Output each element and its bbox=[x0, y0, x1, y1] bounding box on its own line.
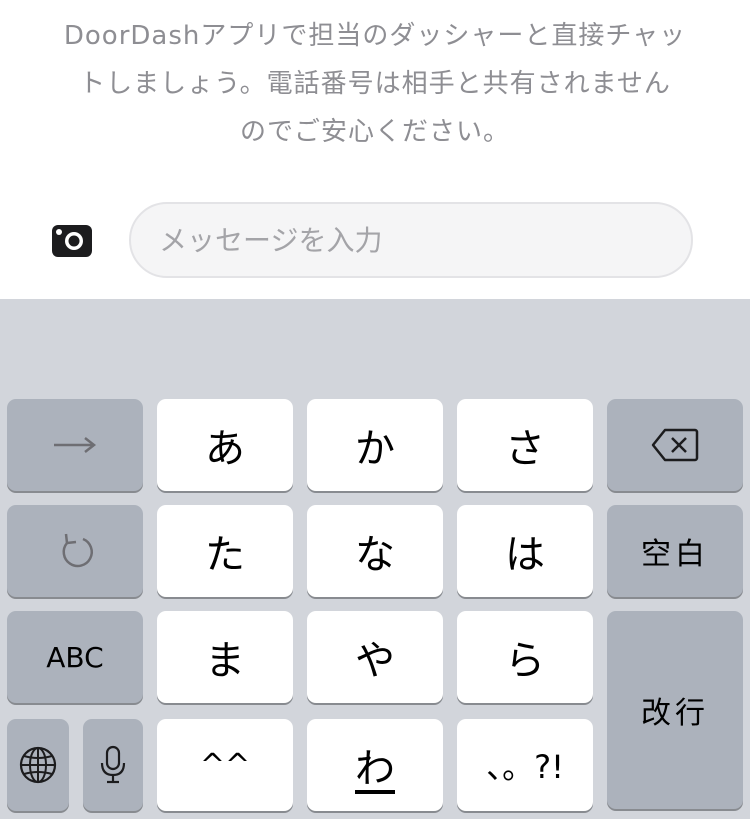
space-key[interactable]: 空白 bbox=[607, 505, 743, 597]
key-wa[interactable]: わ bbox=[307, 719, 443, 811]
globe-key[interactable] bbox=[7, 719, 69, 811]
info-line-2: トしましょう。電話番号は相手と共有されません bbox=[79, 69, 671, 99]
arrow-right-icon bbox=[54, 437, 97, 453]
key-punctuation[interactable]: 、。?! bbox=[457, 719, 593, 811]
microphone-key[interactable] bbox=[83, 719, 143, 811]
key-ta[interactable]: た bbox=[157, 505, 293, 597]
key-label: や bbox=[355, 638, 395, 684]
camera-icon bbox=[52, 225, 92, 257]
key-ka[interactable]: か bbox=[307, 399, 443, 491]
info-line-1: DoorDashアプリで担当のダッシャーと直接チャッ bbox=[63, 21, 687, 51]
space-label: 空白 bbox=[641, 537, 709, 572]
key-label: か bbox=[355, 426, 395, 472]
key-ha[interactable]: は bbox=[457, 505, 593, 597]
info-line-3: のでご安心ください。 bbox=[239, 117, 510, 147]
key-na[interactable]: な bbox=[307, 505, 443, 597]
key-label: あ bbox=[205, 426, 245, 472]
microphone-icon bbox=[100, 745, 126, 784]
key-label: な bbox=[355, 532, 395, 578]
message-input[interactable] bbox=[129, 202, 693, 278]
undo-key[interactable] bbox=[7, 505, 143, 597]
abc-label: ABC bbox=[46, 640, 104, 674]
key-label: さ bbox=[505, 426, 545, 472]
globe-icon bbox=[19, 746, 57, 784]
key-label: 、。?! bbox=[486, 748, 564, 786]
chat-info-text: DoorDashアプリで担当のダッシャーと直接チャッ トしましょう。電話番号は相… bbox=[40, 12, 710, 156]
key-ya[interactable]: や bbox=[307, 611, 443, 703]
camera-button[interactable] bbox=[52, 225, 92, 257]
arrow-key[interactable] bbox=[7, 399, 143, 491]
backspace-key[interactable] bbox=[607, 399, 743, 491]
key-label: わ bbox=[355, 746, 395, 792]
key-ra[interactable]: ら bbox=[457, 611, 593, 703]
return-label: 改行 bbox=[641, 696, 709, 731]
key-sa[interactable]: さ bbox=[457, 399, 593, 491]
abc-key[interactable]: ABC bbox=[7, 611, 143, 703]
key-label: ら bbox=[505, 638, 545, 684]
backspace-icon bbox=[651, 428, 699, 462]
key-a[interactable]: あ bbox=[157, 399, 293, 491]
key-label: ま bbox=[205, 638, 245, 684]
return-key[interactable]: 改行 bbox=[607, 611, 743, 809]
key-ma[interactable]: ま bbox=[157, 611, 293, 703]
key-label: は bbox=[505, 532, 545, 578]
japanese-keyboard: あ か さ た な は 空白 ABC ま や ら 改行 ^^ わ 、。?! bbox=[0, 299, 750, 819]
key-label: ^^ bbox=[199, 747, 251, 783]
key-label: た bbox=[205, 532, 245, 578]
key-kaomoji[interactable]: ^^ bbox=[157, 719, 293, 811]
chat-area: DoorDashアプリで担当のダッシャーと直接チャッ トしましょう。電話番号は相… bbox=[0, 0, 750, 299]
undo-icon bbox=[62, 533, 93, 568]
